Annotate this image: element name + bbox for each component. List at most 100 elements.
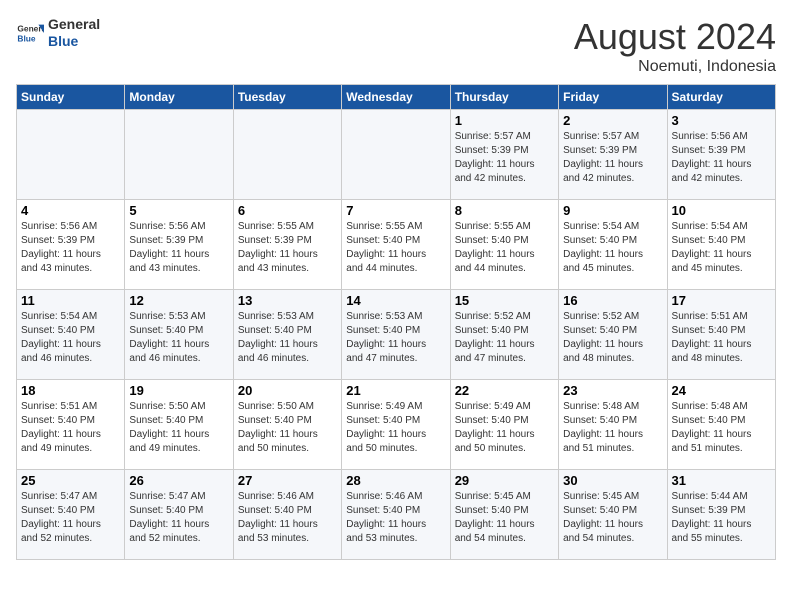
day-info: Sunrise: 5:52 AMSunset: 5:40 PMDaylight:… — [455, 310, 554, 366]
calendar-day-cell: 21 Sunrise: 5:49 AMSunset: 5:40 PMDayligh… — [342, 380, 450, 470]
day-info: Sunrise: 5:51 AMSunset: 5:40 PMDaylight:… — [21, 400, 120, 456]
day-number: 17 — [672, 293, 771, 308]
day-number: 14 — [346, 293, 445, 308]
calendar-day-cell: 25 Sunrise: 5:47 AMSunset: 5:40 PMDayligh… — [17, 470, 125, 560]
day-number: 6 — [238, 203, 337, 218]
calendar-table: SundayMondayTuesdayWednesdayThursdayFrid… — [16, 84, 776, 560]
day-number: 19 — [129, 383, 228, 398]
weekday-header-row: SundayMondayTuesdayWednesdayThursdayFrid… — [17, 85, 776, 110]
day-number: 5 — [129, 203, 228, 218]
calendar-day-cell — [342, 110, 450, 200]
day-number: 11 — [21, 293, 120, 308]
day-info: Sunrise: 5:52 AMSunset: 5:40 PMDaylight:… — [563, 310, 662, 366]
calendar-day-cell: 17 Sunrise: 5:51 AMSunset: 5:40 PMDayligh… — [667, 290, 775, 380]
day-info: Sunrise: 5:54 AMSunset: 5:40 PMDaylight:… — [21, 310, 120, 366]
day-number: 30 — [563, 473, 662, 488]
day-number: 15 — [455, 293, 554, 308]
day-info: Sunrise: 5:50 AMSunset: 5:40 PMDaylight:… — [238, 400, 337, 456]
calendar-day-cell: 3 Sunrise: 5:56 AMSunset: 5:39 PMDaylight… — [667, 110, 775, 200]
calendar-day-cell: 23 Sunrise: 5:48 AMSunset: 5:40 PMDayligh… — [559, 380, 667, 470]
day-info: Sunrise: 5:48 AMSunset: 5:40 PMDaylight:… — [563, 400, 662, 456]
day-number: 22 — [455, 383, 554, 398]
weekday-header-wednesday: Wednesday — [342, 85, 450, 110]
calendar-day-cell: 30 Sunrise: 5:45 AMSunset: 5:40 PMDayligh… — [559, 470, 667, 560]
day-info: Sunrise: 5:57 AMSunset: 5:39 PMDaylight:… — [563, 130, 662, 186]
day-number: 26 — [129, 473, 228, 488]
title-block: August 2024 Noemuti, Indonesia — [574, 16, 776, 76]
day-number: 3 — [672, 113, 771, 128]
calendar-day-cell: 13 Sunrise: 5:53 AMSunset: 5:40 PMDayligh… — [233, 290, 341, 380]
day-number: 23 — [563, 383, 662, 398]
day-number: 12 — [129, 293, 228, 308]
day-info: Sunrise: 5:49 AMSunset: 5:40 PMDaylight:… — [455, 400, 554, 456]
logo-text: GeneralBlue — [48, 16, 100, 50]
day-info: Sunrise: 5:45 AMSunset: 5:40 PMDaylight:… — [563, 490, 662, 546]
day-number: 13 — [238, 293, 337, 308]
day-number: 1 — [455, 113, 554, 128]
day-number: 2 — [563, 113, 662, 128]
day-info: Sunrise: 5:46 AMSunset: 5:40 PMDaylight:… — [346, 490, 445, 546]
day-info: Sunrise: 5:47 AMSunset: 5:40 PMDaylight:… — [21, 490, 120, 546]
day-number: 24 — [672, 383, 771, 398]
day-number: 28 — [346, 473, 445, 488]
day-number: 7 — [346, 203, 445, 218]
location-subtitle: Noemuti, Indonesia — [574, 58, 776, 76]
week-row-4: 18 Sunrise: 5:51 AMSunset: 5:40 PMDayligh… — [17, 380, 776, 470]
weekday-header-saturday: Saturday — [667, 85, 775, 110]
svg-text:Blue: Blue — [17, 33, 35, 43]
calendar-day-cell: 9 Sunrise: 5:54 AMSunset: 5:40 PMDaylight… — [559, 200, 667, 290]
logo-icon: General Blue — [16, 19, 44, 47]
day-number: 10 — [672, 203, 771, 218]
week-row-3: 11 Sunrise: 5:54 AMSunset: 5:40 PMDayligh… — [17, 290, 776, 380]
day-info: Sunrise: 5:50 AMSunset: 5:40 PMDaylight:… — [129, 400, 228, 456]
calendar-day-cell: 11 Sunrise: 5:54 AMSunset: 5:40 PMDayligh… — [17, 290, 125, 380]
calendar-day-cell — [125, 110, 233, 200]
day-info: Sunrise: 5:54 AMSunset: 5:40 PMDaylight:… — [563, 220, 662, 276]
day-number: 16 — [563, 293, 662, 308]
calendar-day-cell: 28 Sunrise: 5:46 AMSunset: 5:40 PMDayligh… — [342, 470, 450, 560]
calendar-day-cell: 2 Sunrise: 5:57 AMSunset: 5:39 PMDaylight… — [559, 110, 667, 200]
week-row-1: 1 Sunrise: 5:57 AMSunset: 5:39 PMDaylight… — [17, 110, 776, 200]
day-info: Sunrise: 5:56 AMSunset: 5:39 PMDaylight:… — [672, 130, 771, 186]
calendar-day-cell: 22 Sunrise: 5:49 AMSunset: 5:40 PMDayligh… — [450, 380, 558, 470]
calendar-day-cell: 31 Sunrise: 5:44 AMSunset: 5:39 PMDayligh… — [667, 470, 775, 560]
day-info: Sunrise: 5:46 AMSunset: 5:40 PMDaylight:… — [238, 490, 337, 546]
day-number: 4 — [21, 203, 120, 218]
day-info: Sunrise: 5:53 AMSunset: 5:40 PMDaylight:… — [129, 310, 228, 366]
day-number: 8 — [455, 203, 554, 218]
day-info: Sunrise: 5:47 AMSunset: 5:40 PMDaylight:… — [129, 490, 228, 546]
week-row-5: 25 Sunrise: 5:47 AMSunset: 5:40 PMDayligh… — [17, 470, 776, 560]
day-number: 27 — [238, 473, 337, 488]
day-number: 9 — [563, 203, 662, 218]
day-info: Sunrise: 5:53 AMSunset: 5:40 PMDaylight:… — [238, 310, 337, 366]
calendar-day-cell: 10Sunrise: 5:54 AMSunset: 5:40 PMDayligh… — [667, 200, 775, 290]
weekday-header-sunday: Sunday — [17, 85, 125, 110]
logo-general-text: General — [48, 16, 100, 33]
calendar-day-cell: 29Sunrise: 5:45 AMSunset: 5:40 PMDayligh… — [450, 470, 558, 560]
day-number: 21 — [346, 383, 445, 398]
calendar-day-cell: 5Sunrise: 5:56 AMSunset: 5:39 PMDaylight… — [125, 200, 233, 290]
month-year-title: August 2024 — [574, 16, 776, 58]
day-number: 31 — [672, 473, 771, 488]
day-info: Sunrise: 5:49 AMSunset: 5:40 PMDaylight:… — [346, 400, 445, 456]
calendar-day-cell: 16 Sunrise: 5:52 AMSunset: 5:40 PMDayligh… — [559, 290, 667, 380]
calendar-day-cell: 4Sunrise: 5:56 AMSunset: 5:39 PMDaylight… — [17, 200, 125, 290]
calendar-day-cell: 7 Sunrise: 5:55 AMSunset: 5:40 PMDaylight… — [342, 200, 450, 290]
weekday-header-friday: Friday — [559, 85, 667, 110]
day-info: Sunrise: 5:55 AMSunset: 5:39 PMDaylight:… — [238, 220, 337, 276]
day-info: Sunrise: 5:44 AMSunset: 5:39 PMDaylight:… — [672, 490, 771, 546]
day-number: 29 — [455, 473, 554, 488]
calendar-day-cell: 8 Sunrise: 5:55 AMSunset: 5:40 PMDaylight… — [450, 200, 558, 290]
day-info: Sunrise: 5:55 AMSunset: 5:40 PMDaylight:… — [455, 220, 554, 276]
calendar-day-cell — [17, 110, 125, 200]
calendar-day-cell: 15 Sunrise: 5:52 AMSunset: 5:40 PMDayligh… — [450, 290, 558, 380]
day-info: Sunrise: 5:51 AMSunset: 5:40 PMDaylight:… — [672, 310, 771, 366]
logo-blue-text: Blue — [48, 33, 100, 50]
calendar-day-cell: 26 Sunrise: 5:47 AMSunset: 5:40 PMDayligh… — [125, 470, 233, 560]
day-info: Sunrise: 5:55 AMSunset: 5:40 PMDaylight:… — [346, 220, 445, 276]
day-number: 18 — [21, 383, 120, 398]
calendar-day-cell: 20Sunrise: 5:50 AMSunset: 5:40 PMDayligh… — [233, 380, 341, 470]
day-number: 25 — [21, 473, 120, 488]
calendar-day-cell: 6 Sunrise: 5:55 AMSunset: 5:39 PMDaylight… — [233, 200, 341, 290]
day-info: Sunrise: 5:48 AMSunset: 5:40 PMDaylight:… — [672, 400, 771, 456]
